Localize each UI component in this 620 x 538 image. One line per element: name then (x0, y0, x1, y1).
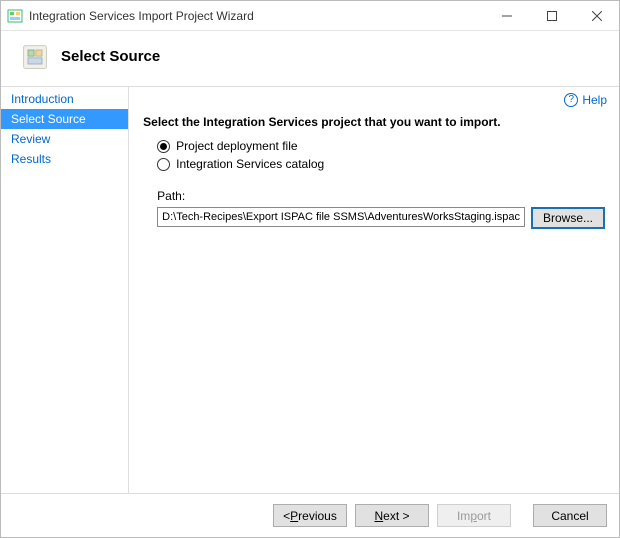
wizard-header: Select Source (1, 31, 619, 87)
minimize-button[interactable] (484, 1, 529, 31)
wizard-body: Introduction Select Source Review Result… (1, 87, 619, 493)
path-row: D:\Tech-Recipes\Export ISPAC file SSMS\A… (157, 207, 605, 229)
close-button[interactable] (574, 1, 619, 31)
app-icon (7, 8, 23, 24)
help-label: Help (582, 93, 607, 107)
import-button: Import (437, 504, 511, 527)
radio-label: Project deployment file (176, 139, 297, 153)
content-panel: ? Help Select the Integration Services p… (129, 87, 619, 493)
sidebar-item-review[interactable]: Review (1, 129, 128, 149)
next-button[interactable]: Next > (355, 504, 429, 527)
sidebar-item-select-source[interactable]: Select Source (1, 109, 128, 129)
path-label: Path: (157, 189, 605, 203)
sidebar: Introduction Select Source Review Result… (1, 87, 129, 493)
path-input[interactable]: D:\Tech-Recipes\Export ISPAC file SSMS\A… (157, 207, 525, 227)
radio-deployment-file[interactable]: Project deployment file (157, 139, 605, 153)
radio-icon (157, 158, 170, 171)
previous-button[interactable]: < Previous (273, 504, 347, 527)
browse-button[interactable]: Browse... (531, 207, 605, 229)
radio-icon (157, 140, 170, 153)
help-icon: ? (564, 93, 578, 107)
wizard-footer: < Previous Next > Import Cancel (1, 493, 619, 537)
sidebar-item-introduction[interactable]: Introduction (1, 89, 128, 109)
page-title: Select Source (61, 48, 160, 65)
radio-catalog[interactable]: Integration Services catalog (157, 157, 605, 171)
cancel-button[interactable]: Cancel (533, 504, 607, 527)
wizard-icon (19, 41, 51, 73)
sidebar-item-results[interactable]: Results (1, 149, 128, 169)
titlebar: Integration Services Import Project Wiza… (1, 1, 619, 31)
maximize-button[interactable] (529, 1, 574, 31)
radio-label: Integration Services catalog (176, 157, 324, 171)
help-link[interactable]: ? Help (564, 93, 607, 107)
instruction-text: Select the Integration Services project … (143, 115, 605, 129)
window-title: Integration Services Import Project Wiza… (29, 9, 254, 23)
